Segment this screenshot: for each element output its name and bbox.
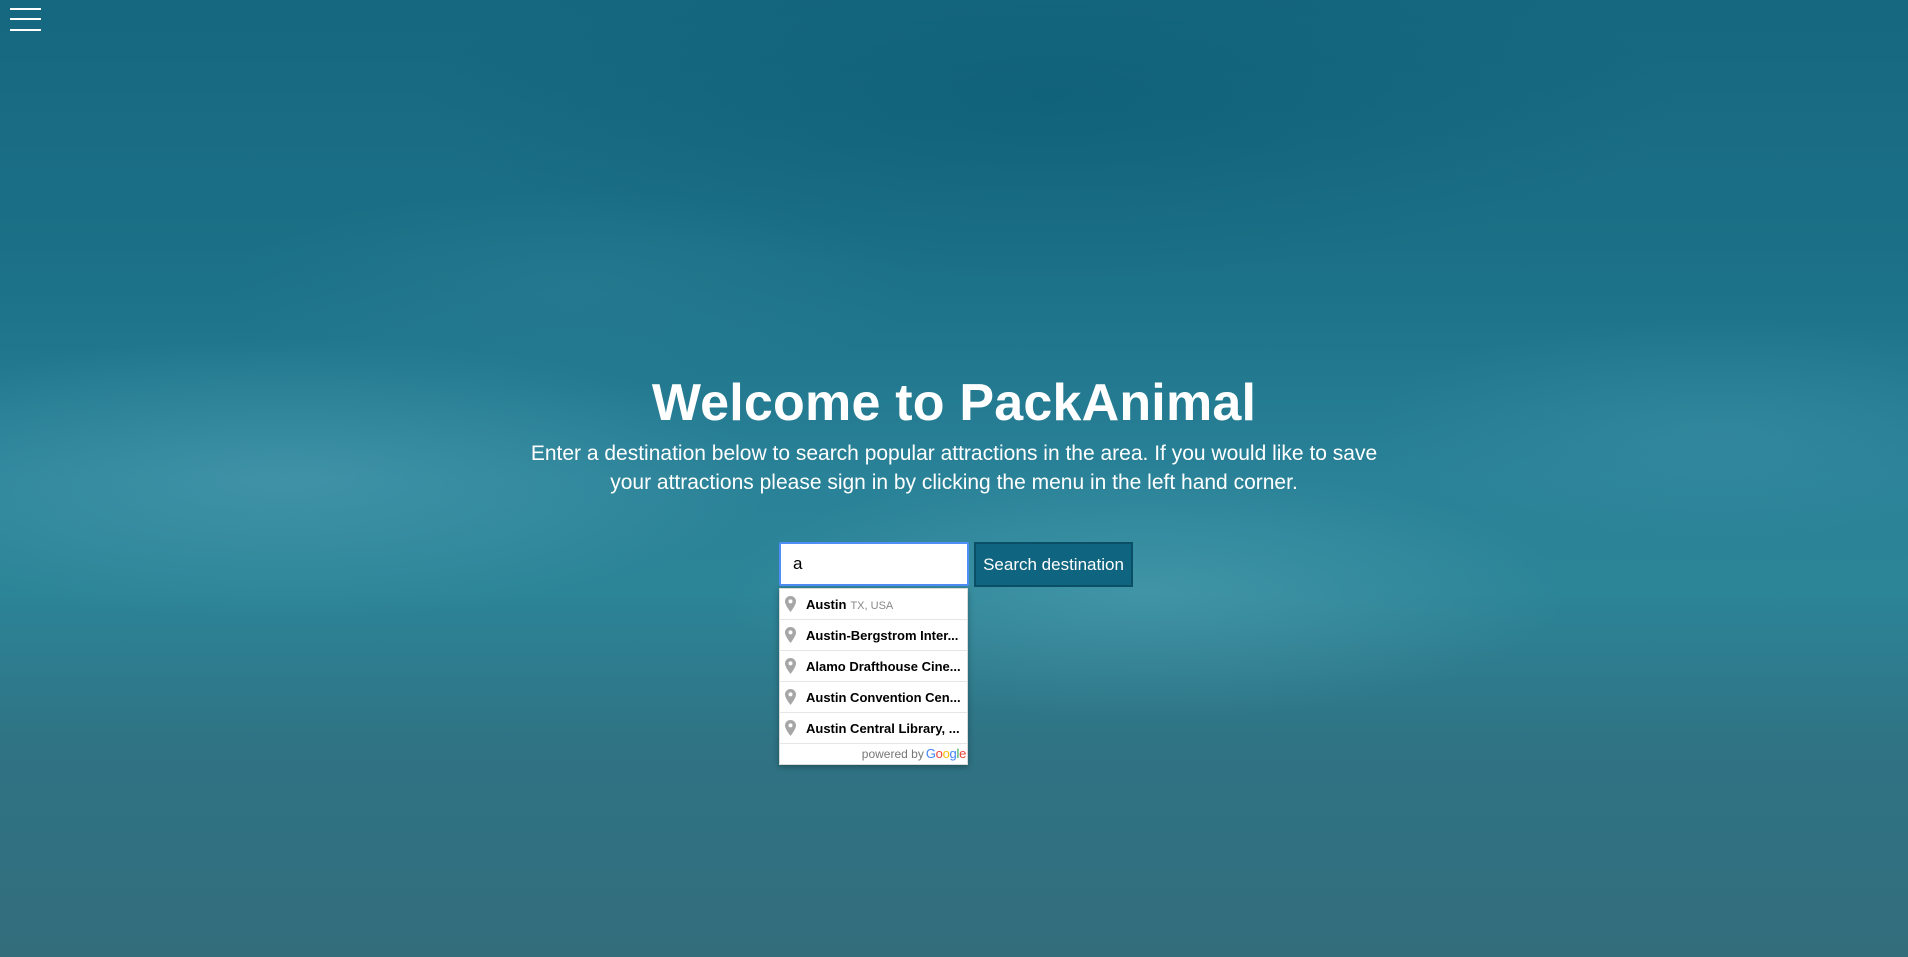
autocomplete-item-main: Austin Central Library, ... [806,720,960,736]
powered-by-google: powered by Google [780,743,967,764]
autocomplete-item-secondary: TX, USA [850,599,894,612]
destination-search-input[interactable] [779,542,969,586]
hero-section: Welcome to PackAnimal Enter a destinatio… [0,372,1908,497]
page-title: Welcome to PackAnimal [651,374,1257,432]
map-pin-icon [785,689,796,705]
map-pin-icon [785,627,796,643]
autocomplete-item-main: Austin Convention Cen... [806,689,961,705]
autocomplete-item-text: Austin-Bergstrom Inter... [806,628,958,643]
autocomplete-item-text: Austin TX, USA [806,597,893,612]
page-subtitle: Enter a destination below to search popu… [530,442,1378,494]
autocomplete-item[interactable]: Austin-Bergstrom Inter... [780,619,967,650]
search-destination-button[interactable]: Search destination [974,542,1133,587]
powered-by-label: powered by [861,747,924,761]
autocomplete-item-main: Austin [806,596,847,612]
menu-bar-bottom [10,29,41,31]
autocomplete-item-main: Alamo Drafthouse Cine... [806,658,961,674]
autocomplete-item[interactable]: Alamo Drafthouse Cine... [780,650,967,681]
menu-bar-middle [10,18,41,20]
autocomplete-item[interactable]: Austin Central Library, ... [780,712,967,743]
autocomplete-item-text: Austin Central Library, ... [806,721,960,736]
menu-bar-top [10,8,41,10]
autocomplete-item-text: Alamo Drafthouse Cine... [806,659,961,674]
autocomplete-item[interactable]: Austin Convention Cen... [780,681,967,712]
autocomplete-dropdown: Austin TX, USA Austin-Bergstrom Inter... … [779,588,968,765]
hamburger-menu-icon[interactable] [10,6,42,34]
map-pin-icon [785,720,796,736]
map-pin-icon [785,658,796,674]
google-logo: Google [925,746,966,761]
autocomplete-item-text: Austin Convention Cen... [806,690,961,705]
autocomplete-item[interactable]: Austin TX, USA [780,589,967,619]
autocomplete-item-main: Austin-Bergstrom Inter... [806,627,959,643]
map-pin-icon [785,596,796,612]
